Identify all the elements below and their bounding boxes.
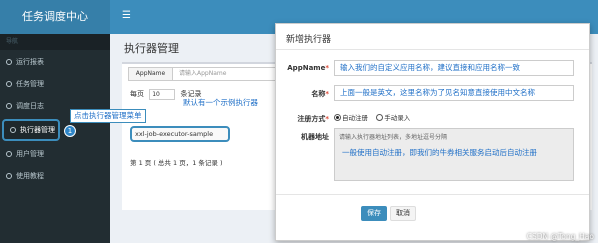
- page-size-prefix: 每页: [130, 90, 144, 98]
- watermark: CSDN @Tong_Hao: [526, 232, 594, 241]
- sidebar-item-executors[interactable]: 执行器管理: [2, 119, 60, 141]
- sidebar-item-label: 运行报表: [16, 58, 44, 66]
- sidebar: 导航 运行报表 任务管理 调度日志 执行器管理 用户管理 使用教程: [0, 34, 110, 243]
- sidebar-item-users[interactable]: 用户管理: [0, 143, 110, 165]
- table-row[interactable]: xxl-job-executor-sample: [130, 126, 230, 142]
- appname-hint: 输入我们的自定义应用名称，建议直接和应用名称一致: [340, 63, 520, 72]
- sidebar-item-label: 用户管理: [16, 150, 44, 158]
- radio-auto[interactable]: [334, 114, 341, 121]
- circle-icon: [6, 173, 12, 179]
- register-label: 注册方式*: [297, 115, 329, 123]
- appname-filter[interactable]: AppName 请输入AppName: [128, 67, 296, 81]
- search-input[interactable]: 请输入AppName: [179, 68, 226, 80]
- sidebar-item-help[interactable]: 使用教程: [0, 165, 110, 187]
- page-size-select[interactable]: 10: [149, 88, 176, 100]
- add-executor-modal: 新增执行器 AppName* 输入我们的自定义应用名称，建议直接和应用名称一致 …: [275, 23, 590, 241]
- page-title: 执行器管理: [124, 42, 179, 55]
- address-textarea[interactable]: 请输入执行器地址列表，多地址逗号分隔 一般使用自动注册，即我们的牛券相关服务启动…: [334, 128, 574, 181]
- address-placeholder: 请输入执行器地址列表，多地址逗号分隔: [339, 134, 448, 141]
- circle-icon: [6, 81, 12, 87]
- address-hint: 一般使用自动注册，即我们的牛券相关服务启动后自动注册: [342, 148, 537, 157]
- radio-manual-label: 手动录入: [384, 114, 411, 122]
- sample-callout: 默认有一个示例执行器: [180, 97, 261, 109]
- divider: [276, 194, 589, 195]
- divider: [276, 49, 589, 50]
- circle-icon: [6, 151, 12, 157]
- hamburger-icon[interactable]: ☰: [122, 11, 131, 21]
- radio-manual[interactable]: [376, 114, 384, 121]
- radio-auto-label: 自动注册: [342, 114, 368, 122]
- save-button[interactable]: 保存: [361, 206, 387, 221]
- address-label: 机器地址: [301, 133, 329, 141]
- register-type-group: 自动注册 手动录入: [334, 113, 410, 123]
- sidebar-heading: 导航: [0, 34, 110, 50]
- sidebar-item-label: 使用教程: [16, 172, 44, 180]
- app-logo[interactable]: 任务调度中心: [0, 0, 110, 34]
- modal-title: 新增执行器: [286, 35, 332, 45]
- menu-callout: 点击执行器管理菜单: [70, 109, 146, 123]
- appname-field[interactable]: 输入我们的自定义应用名称，建议直接和应用名称一致: [334, 60, 574, 76]
- name-label: 名称*: [311, 90, 329, 98]
- pagination-info: 第 1 页 ( 总共 1 页，1 条记录 ): [130, 159, 223, 167]
- sidebar-item-label: 调度日志: [16, 102, 44, 110]
- name-hint: 上面一般是英文，这里名称为了见名知意直接使用中文名称: [340, 88, 535, 97]
- filter-label: AppName: [129, 68, 173, 80]
- step-badge: 1: [64, 125, 76, 137]
- circle-icon: [6, 59, 12, 65]
- circle-icon: [10, 127, 16, 133]
- sidebar-item-jobs[interactable]: 任务管理: [0, 73, 110, 95]
- sidebar-item-label: 执行器管理: [20, 126, 55, 134]
- sidebar-item-reports[interactable]: 运行报表: [0, 51, 110, 73]
- cancel-button[interactable]: 取消: [390, 206, 416, 221]
- sidebar-item-label: 任务管理: [16, 80, 44, 88]
- name-field[interactable]: 上面一般是英文，这里名称为了见名知意直接使用中文名称: [334, 85, 574, 101]
- circle-icon: [6, 103, 12, 109]
- appname-label: AppName*: [287, 64, 329, 72]
